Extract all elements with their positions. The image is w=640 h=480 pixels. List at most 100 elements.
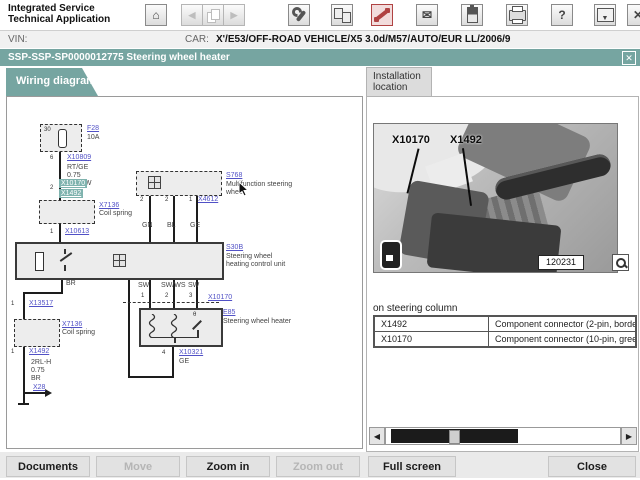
mfl-link[interactable]: S768	[226, 172, 242, 179]
connector-desc-cell: Component connector (10-pin, green),	[488, 331, 637, 348]
pin-label: 2	[140, 197, 144, 203]
control-unit-name-line2: heating control unit	[226, 261, 286, 268]
installation-location-panel: X10170 X1492 120231 on steering column X…	[366, 96, 639, 452]
document-title: SSP-SSP-SP0000012775 Steering wheel heat…	[8, 52, 230, 63]
magnifier-button[interactable]	[612, 254, 629, 271]
close-button[interactable]: Close	[548, 456, 636, 477]
table-row: X10170 Component connector (10-pin, gree…	[373, 331, 637, 348]
zoom-out-button: Zoom out	[276, 456, 360, 477]
component-icon	[113, 254, 126, 267]
pin-label: 2	[165, 293, 169, 299]
installation-photo: X10170 X1492 120231	[373, 123, 618, 273]
wire-label: 0.75	[31, 367, 45, 374]
footer-bar: Documents Move Zoom in Zoom out Full scr…	[0, 452, 640, 478]
resistor-icon	[35, 252, 44, 271]
help-icon: ?	[558, 8, 566, 22]
connector-link[interactable]: X13517	[29, 300, 53, 307]
app-close-button[interactable]: ✕	[627, 4, 640, 26]
coil-spring-link[interactable]: X7136	[99, 202, 119, 209]
heater-link[interactable]: E85	[223, 309, 235, 316]
location-note: on steering column	[373, 303, 458, 314]
highlighted-connector-link[interactable]: X1492	[59, 189, 84, 198]
pin-label: 1	[141, 293, 145, 299]
ground-link[interactable]: X28	[33, 384, 45, 391]
workshop-tools-button[interactable]	[288, 4, 310, 26]
control-unit-link[interactable]: S30B	[226, 244, 243, 251]
wire-label: BR	[66, 280, 76, 287]
wiring-diagram: 30 F28 10A 6 X10809 RT/GE 0.75 WS/SW 2 X…	[7, 97, 362, 448]
tab-wiring-diagram[interactable]: Wiring diagram	[6, 68, 98, 96]
fuse-box[interactable]: 30	[40, 124, 82, 152]
document-close-button[interactable]: ✕	[622, 51, 636, 65]
connector-link[interactable]: X10170	[208, 294, 232, 301]
wire	[23, 292, 25, 404]
connector-row	[123, 302, 219, 303]
back-button: ◀	[181, 4, 203, 26]
scrollbar-track[interactable]	[385, 427, 621, 445]
wire	[196, 276, 198, 308]
back-icon: ◀	[188, 9, 196, 20]
coil-spring-link[interactable]: X7136	[62, 321, 82, 328]
help-button[interactable]: ?	[551, 4, 573, 26]
document-title-bar: SSP-SSP-SP0000012775 Steering wheel heat…	[0, 49, 640, 66]
pin-label: 1	[11, 301, 15, 307]
fuse-icon	[58, 129, 67, 148]
wire-label: SW/WS	[161, 282, 186, 289]
pin-label: 1	[11, 349, 15, 355]
messages-button[interactable]: ✉	[416, 4, 438, 26]
internal-wire	[174, 338, 176, 343]
fuse-rating: 10A	[87, 134, 100, 141]
vehicle-connection-button[interactable]	[371, 4, 393, 26]
photo-label-x10170: X10170	[392, 134, 430, 146]
multifunction-steering-wheel-box[interactable]	[136, 171, 222, 196]
minimize-icon: ▼	[596, 8, 614, 22]
heating-element-icon	[170, 314, 178, 338]
coil-spring-box[interactable]	[39, 200, 95, 224]
battery-status-button[interactable]	[461, 4, 483, 26]
mail-icon: ✉	[421, 8, 433, 22]
close-icon: ✕	[632, 8, 640, 22]
home-button[interactable]: ⌂	[145, 4, 167, 26]
coil-spring-box[interactable]	[14, 319, 60, 347]
minimize-button[interactable]: ▼	[594, 4, 616, 26]
connector-link[interactable]: X10321	[179, 349, 203, 356]
forward-button: ▶	[223, 4, 245, 26]
mouse-cursor	[238, 181, 249, 197]
terminal-label: 30	[44, 127, 51, 133]
scroll-left-button[interactable]: ◀	[369, 427, 385, 445]
steering-wheel-heater-box[interactable]: θ	[139, 308, 223, 347]
coil-spring-label: Coil spring	[99, 210, 133, 217]
heating-control-unit-box[interactable]	[15, 242, 224, 280]
wire-label: SW	[138, 282, 150, 289]
scrollbar-thumb[interactable]	[449, 430, 460, 444]
pin-label: 3	[189, 293, 193, 299]
switch-contact	[64, 265, 66, 271]
connector-link[interactable]: X10613	[65, 228, 89, 235]
pin-label: 1	[50, 229, 54, 235]
pin-label: 2	[50, 185, 54, 191]
connector-link[interactable]: X10809	[67, 154, 91, 161]
switch-icon	[59, 252, 73, 262]
connection-icon	[373, 7, 391, 23]
wire-label: SW	[188, 282, 200, 289]
wire-label: 0.75	[67, 172, 81, 179]
scroll-right-button[interactable]: ▶	[621, 427, 637, 445]
pages-button	[202, 4, 224, 26]
control-unit-name-line1: Steering wheel	[226, 253, 273, 260]
wire	[23, 292, 63, 294]
full-screen-button[interactable]: Full screen	[368, 456, 456, 477]
connector-link[interactable]: X1492	[29, 348, 49, 355]
home-icon: ⌂	[152, 8, 160, 22]
zoom-in-button[interactable]: Zoom in	[186, 456, 270, 477]
move-button: Move	[96, 456, 180, 477]
wire	[173, 276, 175, 308]
fuse-link[interactable]: F28	[87, 125, 99, 132]
measuring-devices-button[interactable]	[331, 4, 353, 26]
print-button[interactable]	[506, 4, 528, 26]
connector-link[interactable]: X4612	[198, 196, 218, 203]
tab-installation-location[interactable]: Installation location	[366, 67, 432, 96]
wire	[128, 276, 130, 378]
wire	[23, 392, 45, 394]
documents-button[interactable]: Documents	[6, 456, 90, 477]
highlighted-connector-link[interactable]: X10170	[59, 179, 88, 188]
